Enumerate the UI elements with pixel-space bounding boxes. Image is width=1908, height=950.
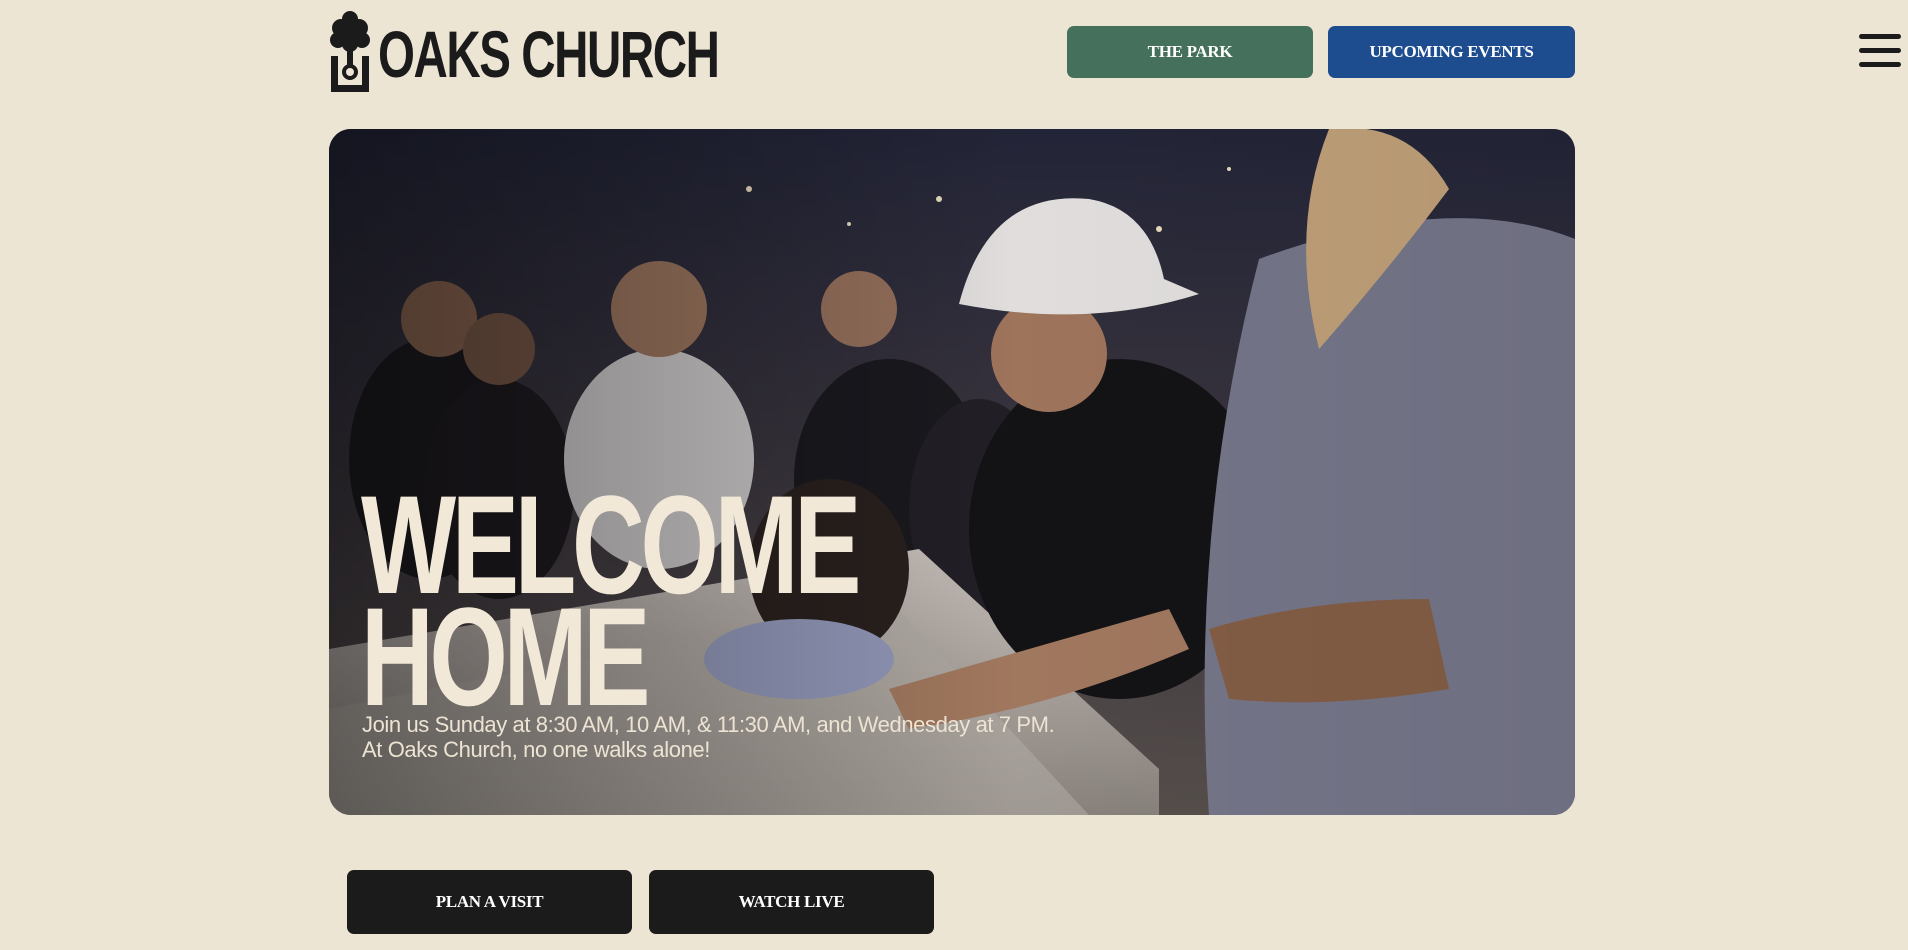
hero-subtitle: Join us Sunday at 8:30 AM, 10 AM, & 11:3… — [362, 712, 1055, 762]
hamburger-menu-icon[interactable] — [1857, 32, 1903, 70]
upcoming-events-button[interactable]: UPCOMING EVENTS — [1328, 26, 1575, 78]
the-park-button[interactable]: THE PARK — [1067, 26, 1313, 78]
page: OAKS CHURCH THE PARK UPCOMING EVENTS WEL… — [0, 0, 1908, 950]
hero-banner: WELCOME HOME Join us Sunday at 8:30 AM, … — [329, 129, 1575, 815]
menu-bar — [1859, 34, 1901, 39]
menu-bar — [1859, 48, 1901, 53]
hero-subtitle-line-2: At Oaks Church, no one walks alone! — [362, 737, 710, 762]
hero-title: WELCOME HOME — [361, 475, 861, 727]
plan-a-visit-button[interactable]: PLAN A VISIT — [347, 870, 632, 934]
logo-wordmark: OAKS CHURCH — [378, 17, 720, 91]
watch-live-button[interactable]: WATCH LIVE — [649, 870, 934, 934]
hero-subtitle-line-1: Join us Sunday at 8:30 AM, 10 AM, & 11:3… — [362, 712, 1055, 737]
menu-bar — [1859, 62, 1901, 67]
site-logo[interactable]: OAKS CHURCH — [328, 10, 851, 94]
tree-icon — [330, 11, 370, 92]
